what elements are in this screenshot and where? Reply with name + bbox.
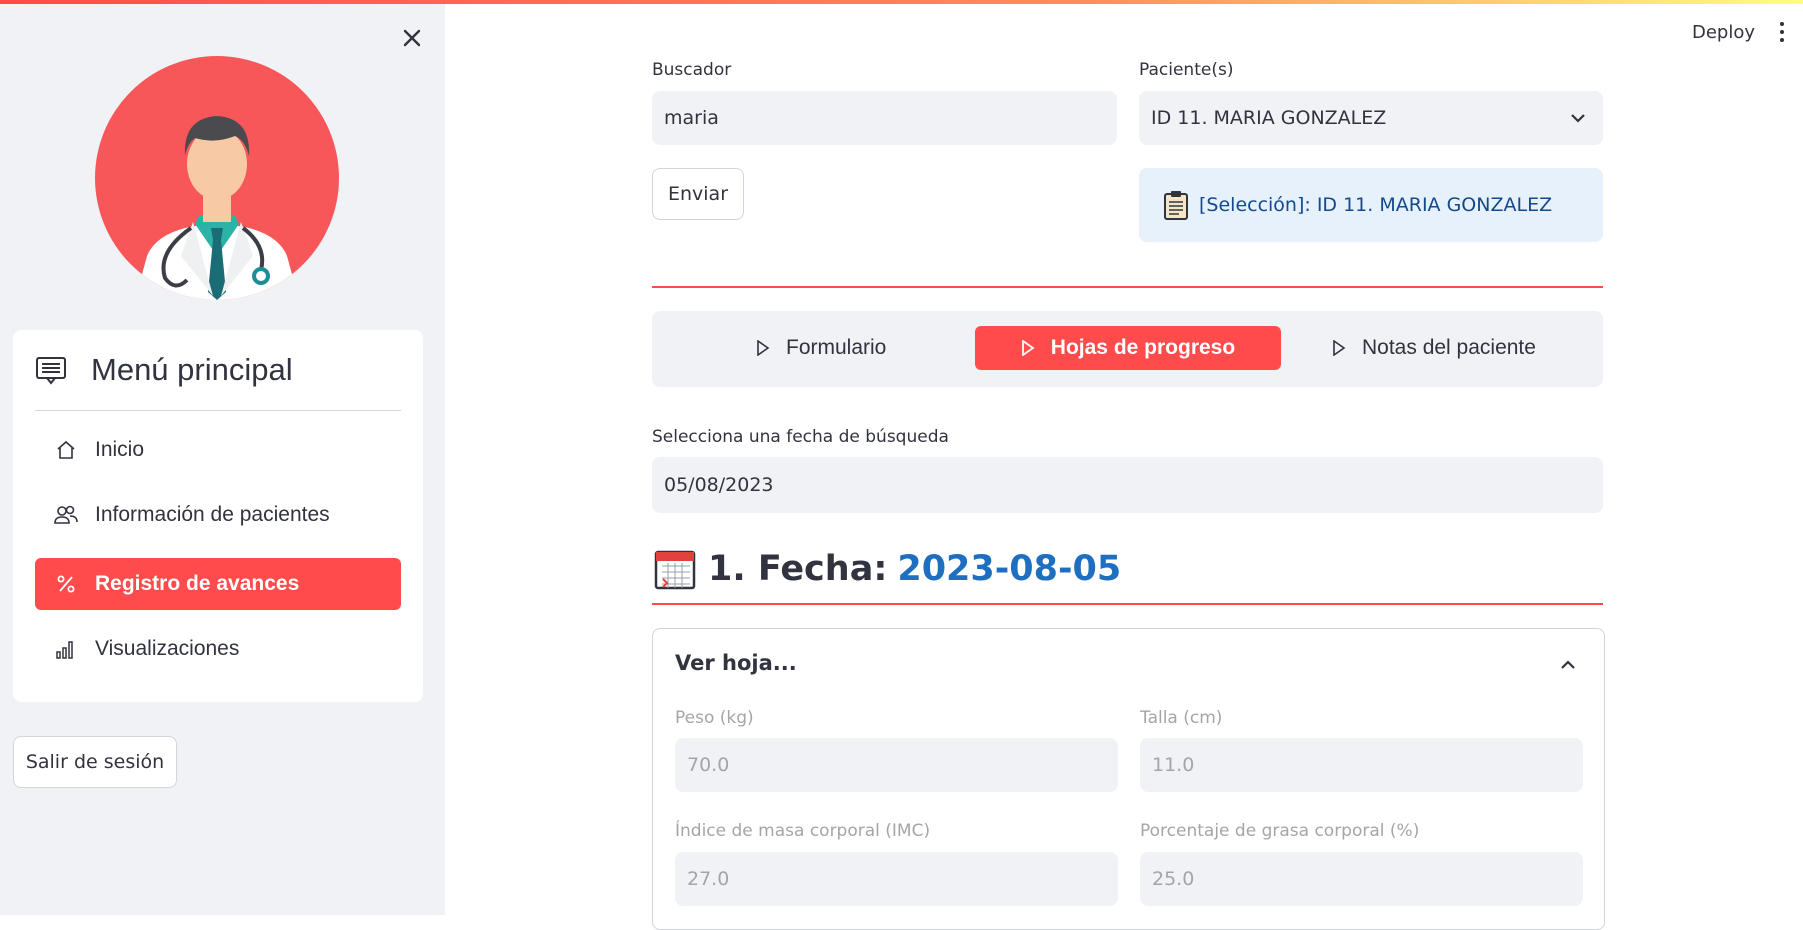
tab-label: Hojas de progreso xyxy=(1050,336,1236,359)
tab-label: Notas del paciente xyxy=(1362,336,1536,359)
section-divider xyxy=(652,286,1603,288)
date-input[interactable]: 05/08/2023 xyxy=(652,457,1603,513)
sidebar-item-informacion-pacientes[interactable]: Información de pacientes xyxy=(35,489,401,541)
search-label: Buscador xyxy=(652,60,732,80)
entry-date-heading: 1. Fecha: 2023-08-05 xyxy=(654,548,1121,590)
menu-divider xyxy=(35,410,401,411)
patient-select[interactable]: ID 11. MARIA GONZALEZ xyxy=(1139,91,1603,145)
kebab-menu-icon[interactable] xyxy=(1778,22,1786,46)
logout-button[interactable]: Salir de sesión xyxy=(13,736,177,788)
menu-list-icon xyxy=(36,357,66,385)
calendar-icon xyxy=(654,550,696,590)
sidebar-item-label: Información de pacientes xyxy=(95,503,330,526)
body-fat-field[interactable]: 25.0 xyxy=(1140,852,1583,906)
people-icon xyxy=(51,500,81,530)
tab-hojas-progreso[interactable]: Hojas de progreso xyxy=(975,326,1281,370)
bmi-field[interactable]: 27.0 xyxy=(675,852,1118,906)
clipboard-icon xyxy=(1164,191,1188,220)
tab-label: Formulario xyxy=(786,336,887,359)
patient-select-value: ID 11. MARIA GONZALEZ xyxy=(1151,107,1387,129)
play-outline-icon xyxy=(1021,340,1035,356)
sidebar: Menú principal Inicio Información de pac… xyxy=(0,0,445,915)
sidebar-item-label: Inicio xyxy=(95,438,145,461)
selection-info-box: [Selección]: ID 11. MARIA GONZALEZ xyxy=(1139,168,1603,242)
height-field[interactable]: 11.0 xyxy=(1140,738,1583,792)
menu-title: Menú principal xyxy=(91,352,293,387)
sidebar-item-registro-avances[interactable]: Registro de avances xyxy=(35,558,401,610)
main-menu: Menú principal Inicio Información de pac… xyxy=(13,330,423,702)
top-decoration-stripe xyxy=(0,0,1803,4)
tab-bar: Formulario Hojas de progreso Notas del p… xyxy=(652,311,1603,387)
heading-underline xyxy=(652,603,1603,605)
close-icon[interactable] xyxy=(398,24,426,52)
deploy-button[interactable]: Deploy xyxy=(1692,22,1755,43)
sidebar-item-visualizaciones[interactable]: Visualizaciones xyxy=(35,623,401,675)
bar-chart-icon xyxy=(51,634,81,664)
tab-notas-paciente[interactable]: Notas del paciente xyxy=(1332,326,1592,370)
date-search-label: Selecciona una fecha de búsqueda xyxy=(652,427,949,447)
home-icon xyxy=(51,435,81,465)
height-label: Talla (cm) xyxy=(1140,708,1223,728)
weight-label: Peso (kg) xyxy=(675,708,754,728)
sidebar-item-inicio[interactable]: Inicio xyxy=(35,424,401,476)
chevron-down-icon xyxy=(1571,114,1585,123)
sidebar-item-label: Registro de avances xyxy=(95,572,300,595)
selection-info-text: [Selección]: ID 11. MARIA GONZALEZ xyxy=(1199,194,1553,216)
search-input[interactable]: maria xyxy=(652,91,1117,145)
bmi-label: Índice de masa corporal (IMC) xyxy=(675,821,931,841)
entry-date: 2023-08-05 xyxy=(897,549,1122,589)
progress-sheet-expander: Ver hoja... Peso (kg) 70.0 Talla (cm) 11… xyxy=(652,628,1605,930)
menu-header: Menú principal xyxy=(35,352,293,388)
play-outline-icon xyxy=(757,340,770,356)
send-button[interactable]: Enviar xyxy=(652,168,744,220)
play-outline-icon xyxy=(1333,340,1346,356)
weight-field[interactable]: 70.0 xyxy=(675,738,1118,792)
entry-heading-prefix: 1. Fecha: xyxy=(708,549,888,589)
expander-title[interactable]: Ver hoja... xyxy=(675,651,797,675)
patients-label: Paciente(s) xyxy=(1139,60,1234,80)
tab-formulario[interactable]: Formulario xyxy=(756,326,956,370)
doctor-avatar xyxy=(95,56,339,300)
chevron-up-icon[interactable] xyxy=(1558,655,1578,675)
body-fat-label: Porcentaje de grasa corporal (%) xyxy=(1140,821,1420,841)
percent-icon xyxy=(51,569,81,599)
sidebar-item-label: Visualizaciones xyxy=(95,637,240,660)
